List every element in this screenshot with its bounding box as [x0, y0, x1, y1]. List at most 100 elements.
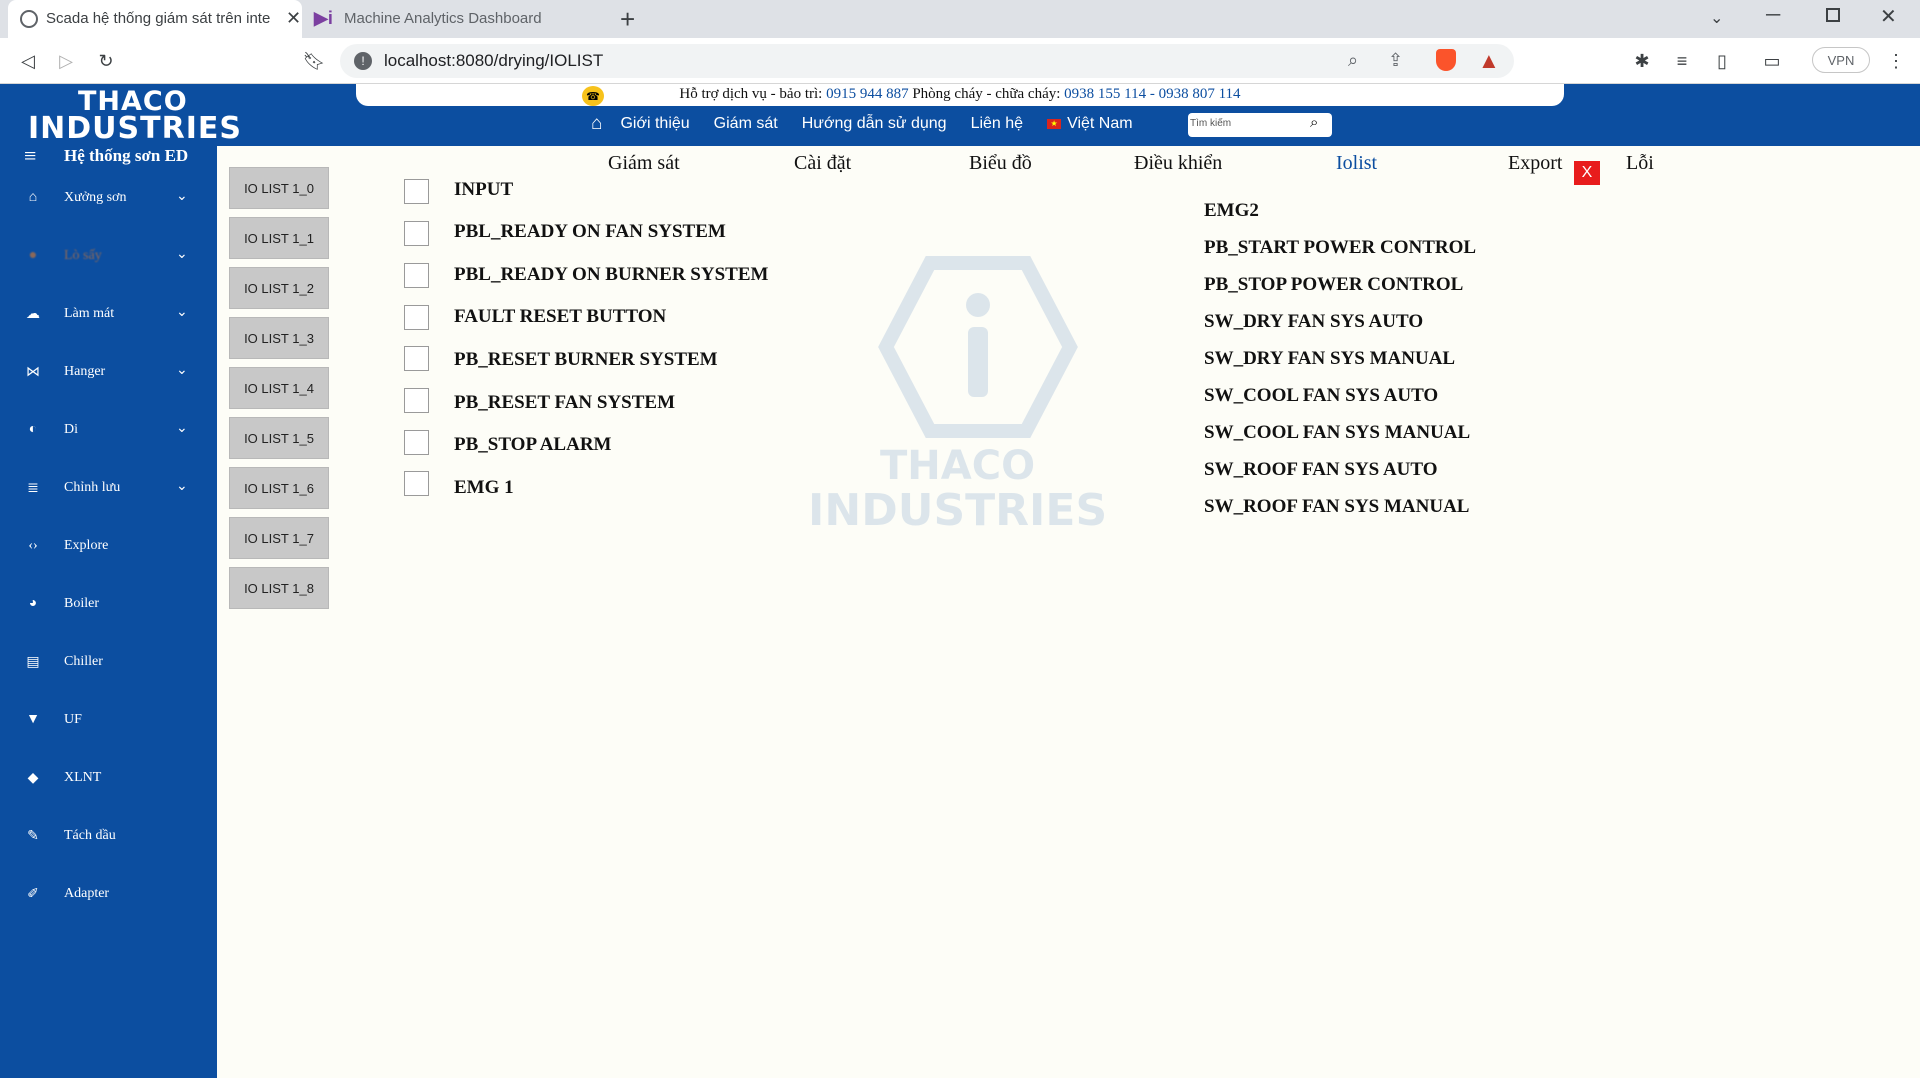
sidebar-item-tach-dau[interactable]: ✎ Tách dầu — [0, 822, 217, 854]
chevron-down-icon: ⌄ — [176, 247, 188, 262]
extensions-icon[interactable]: ✱ — [1630, 49, 1654, 73]
io-list-button-1-1[interactable]: IO LIST 1_1 — [229, 217, 329, 259]
io-checkbox-pbl-ready-fan[interactable] — [404, 221, 429, 246]
io-checkbox-pb-stop-alarm[interactable] — [404, 430, 429, 455]
zoom-icon[interactable]: ⌕ — [1348, 50, 1358, 71]
app-logo-icon: ▶i — [314, 8, 333, 28]
io-checkbox-input[interactable] — [404, 179, 429, 204]
url-text: localhost:8080/drying/IOLIST — [384, 51, 604, 70]
chevron-down-icon: ⌄ — [176, 305, 188, 320]
tab-iolist[interactable]: Iolist — [1336, 152, 1377, 175]
home-icon: ⌂ — [28, 190, 38, 205]
io-list-button-1-7[interactable]: IO LIST 1_7 — [229, 517, 329, 559]
io-list-button-1-0[interactable]: IO LIST 1_0 — [229, 167, 329, 209]
io-list-button-1-3[interactable]: IO LIST 1_3 — [229, 317, 329, 359]
code-icon: ‹› — [28, 538, 38, 553]
sidebar-item-lam-mat[interactable]: ☁ Làm mát ⌄ — [0, 300, 217, 332]
search-icon[interactable]: ⌕ — [1310, 114, 1318, 131]
address-bar[interactable]: ! localhost:8080/drying/IOLIST ⌕ ⇪ ▲ — [340, 44, 1514, 78]
io-list-button-1-5[interactable]: IO LIST 1_5 — [229, 417, 329, 459]
minimize-icon[interactable]: ─ — [1766, 4, 1780, 27]
nav-lien-he[interactable]: Liên hệ — [971, 115, 1024, 133]
watermark-line1: THACO — [880, 443, 1036, 489]
wallet-icon[interactable]: ▭ — [1760, 49, 1784, 73]
io-list-button-1-2[interactable]: IO LIST 1_2 — [229, 267, 329, 309]
sidebar-item-explore[interactable]: ‹› Explore — [0, 532, 217, 564]
nav-giam-sat[interactable]: Giám sát — [714, 115, 778, 133]
io-checkbox-fault-reset[interactable] — [404, 305, 429, 330]
io-checkbox-pbl-ready-burner[interactable] — [404, 263, 429, 288]
hamburger-menu-icon[interactable]: ≡ — [24, 145, 36, 167]
share-icon[interactable]: ⇪ — [1388, 50, 1403, 71]
io-list-button-1-4[interactable]: IO LIST 1_4 — [229, 367, 329, 409]
io-label-sw-roof-auto: SW_ROOF FAN SYS AUTO — [1204, 459, 1438, 480]
tab-dieu-khien[interactable]: Điều khiển — [1134, 152, 1222, 175]
hotline-phone1[interactable]: 0915 944 887 — [826, 86, 909, 102]
tab-cai-dat[interactable]: Cài đặt — [794, 152, 851, 175]
sidebar-item-chiller[interactable]: ▤ Chiller — [0, 648, 217, 680]
close-tab-icon[interactable]: ✕ — [286, 8, 301, 29]
tab-bieu-do[interactable]: Biểu đồ — [969, 152, 1032, 175]
nav-huong-dan[interactable]: Hướng dẫn sử dụng — [802, 115, 947, 133]
menu-icon[interactable]: ⋮ — [1884, 49, 1908, 73]
restore-icon[interactable] — [1826, 8, 1840, 22]
sidebar-item-xuong-son[interactable]: ⌂ Xưởng sơn ⌄ — [0, 184, 217, 216]
sidebar-item-hanger[interactable]: ⋈ Hanger ⌄ — [0, 358, 217, 390]
sidebar-item-di[interactable]: ◐ Di ⌄ — [0, 416, 217, 448]
tab-loi[interactable]: Lỗi — [1626, 152, 1654, 175]
browser-tab-analytics[interactable]: ▶i Machine Analytics Dashboard — [306, 0, 596, 38]
io-label-pbl-ready-fan: PBL_READY ON FAN SYSTEM — [454, 221, 726, 242]
sidebar-item-xlnt[interactable]: ◆ XLNT — [0, 764, 217, 796]
brave-shield-icon[interactable] — [1436, 49, 1456, 71]
hotline-mid: Phòng cháy - chữa cháy: — [908, 86, 1065, 102]
hexagon-logo-icon — [878, 256, 1078, 438]
nav-language[interactable]: Việt Nam — [1067, 115, 1133, 133]
browser-tab-bar: Scada hệ thống giám sát trên inte ✕ ▶i M… — [0, 0, 1920, 38]
cloud-icon: ☁ — [26, 307, 40, 322]
sidebar-item-label: Explore — [64, 538, 109, 553]
io-label-sw-dry-manual: SW_DRY FAN SYS MANUAL — [1204, 348, 1456, 369]
vpn-button[interactable]: VPN — [1812, 47, 1870, 73]
tab-giam-sat[interactable]: Giám sát — [608, 152, 680, 175]
forward-icon[interactable]: ▷ — [54, 49, 78, 73]
bookmark-icon[interactable]: 🔖︎ — [302, 49, 326, 73]
io-checkbox-pb-reset-burner[interactable] — [404, 346, 429, 371]
close-window-icon[interactable]: ✕ — [1880, 4, 1897, 29]
sidebar-title: Hệ thống sơn ED — [64, 146, 189, 165]
sidebar-toggle-icon[interactable]: ▯ — [1710, 49, 1734, 73]
reload-icon[interactable]: ↻ — [94, 49, 118, 73]
filter-icon: ▼ — [26, 712, 40, 727]
sidebar-item-boiler[interactable]: ◕ Boiler — [0, 590, 217, 622]
sidebar-item-chinh-luu[interactable]: ≣ Chỉnh lưu ⌄ — [0, 474, 217, 506]
io-label-pb-stop-power: PB_STOP POWER CONTROL — [1204, 274, 1464, 295]
io-list-button-1-8[interactable]: IO LIST 1_8 — [229, 567, 329, 609]
io-checkbox-pb-reset-fan[interactable] — [404, 388, 429, 413]
sidebar-item-adapter[interactable]: ✐ Adapter — [0, 880, 217, 912]
back-icon[interactable]: ◁ — [16, 49, 40, 73]
sidebar-item-lo-say[interactable]: ● Lò sấy ⌄ — [0, 242, 217, 274]
tab-search-icon[interactable]: ⌄ — [1710, 8, 1723, 28]
playlist-icon[interactable]: ≡ — [1670, 49, 1694, 73]
nav-gioi-thieu[interactable]: Giới thiệu — [620, 115, 689, 133]
chiller-icon: ▤ — [26, 655, 40, 670]
sidebar-item-label: Chiller — [64, 654, 103, 669]
io-checkbox-emg1[interactable] — [404, 471, 429, 496]
brave-rewards-icon[interactable]: ▲ — [1478, 48, 1500, 74]
sidebar-item-label: Hanger — [64, 364, 106, 379]
home-icon[interactable]: ⌂ — [591, 113, 602, 135]
browser-toolbar: ◁ ▷ ↻ 🔖︎ ! localhost:8080/drying/IOLIST … — [0, 38, 1920, 84]
sidebar-item-label: UF — [64, 712, 82, 727]
new-tab-icon[interactable]: + — [620, 4, 635, 35]
close-button[interactable]: X — [1574, 161, 1600, 185]
browser-tab-scada[interactable]: Scada hệ thống giám sát trên inte ✕ — [8, 0, 302, 38]
sidebar-item-label: Adapter — [64, 886, 110, 901]
chevron-down-icon: ⌄ — [176, 421, 188, 436]
tab-export[interactable]: Export — [1508, 152, 1562, 175]
io-list-button-1-6[interactable]: IO LIST 1_6 — [229, 467, 329, 509]
hotline-prefix: Hỗ trợ dịch vụ - bảo trì: — [679, 86, 827, 102]
hotline-phone2[interactable]: 0938 155 114 - 0938 807 114 — [1064, 86, 1240, 102]
globe-icon — [20, 10, 38, 28]
sidebar-item-uf[interactable]: ▼ UF — [0, 706, 217, 738]
sidebar-item-label: Lò sấy — [64, 248, 102, 263]
sidebar-item-label: XLNT — [64, 770, 102, 785]
